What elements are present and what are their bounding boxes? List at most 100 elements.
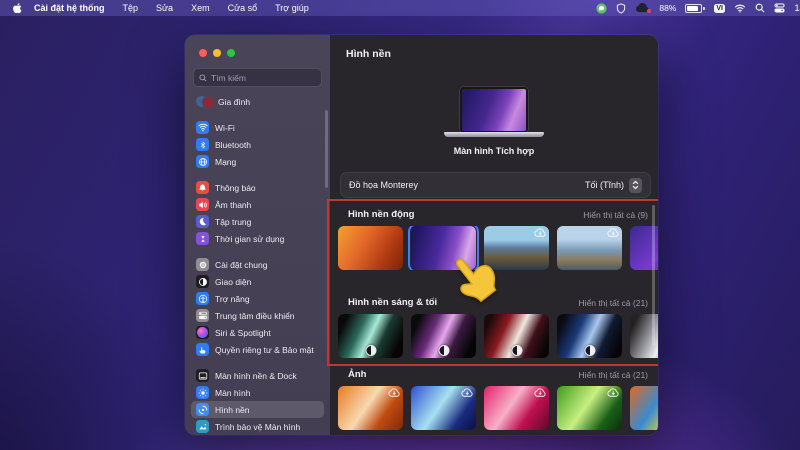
- menu-bar-clock[interactable]: 14:: [794, 3, 800, 13]
- sidebar-item-bluetooth[interactable]: Bluetooth: [191, 136, 324, 153]
- hand-icon: [196, 343, 209, 356]
- show-all-link[interactable]: Hiển thị tất cả (9): [583, 210, 648, 220]
- sidebar-item-cài-đặt-chung[interactable]: Cài đặt chung: [191, 256, 324, 273]
- bell-icon: [196, 181, 209, 194]
- graphics-dropdown[interactable]: [629, 178, 642, 193]
- sidebar-item-giao-diện[interactable]: Giao diện: [191, 273, 324, 290]
- battery-icon[interactable]: [685, 4, 705, 13]
- menu-tệp[interactable]: Tệp: [114, 3, 148, 13]
- sidebar-item-gia-đình[interactable]: Gia đình: [191, 93, 324, 110]
- display-preview: Màn hình Tích hợp: [330, 87, 658, 156]
- macbook-base: [444, 132, 544, 137]
- menu-trợ-giúp[interactable]: Trợ giúp: [266, 3, 318, 13]
- moon-icon: [196, 215, 209, 228]
- dock-icon: [196, 369, 209, 382]
- wallpaper-thumb-metallic-red[interactable]: [484, 314, 549, 358]
- sidebar-item-label: Tập trung: [215, 217, 251, 227]
- spotlight-icon[interactable]: [755, 3, 765, 13]
- sidebar-item-trung-tâm-điều-khiển[interactable]: Trung tâm điều khiển: [191, 307, 324, 324]
- close-button[interactable]: [199, 49, 207, 57]
- globe-icon: [196, 155, 209, 168]
- accessibility-icon: [196, 292, 209, 305]
- sidebar-item-trợ-năng[interactable]: Trợ năng: [191, 290, 324, 307]
- macbook-screen-preview: [460, 87, 528, 133]
- graphics-value: Tối (Tĩnh): [585, 180, 624, 190]
- sidebar-item-thời-gian-sử-dụng[interactable]: Thời gian sử dụng: [191, 230, 324, 247]
- light-dark-badge-icon: [584, 345, 595, 356]
- wallpaper-thumb-metallic-purple[interactable]: [411, 314, 476, 358]
- wallpaper-thumb-swirl-blue[interactable]: [411, 386, 476, 430]
- sidebar-item-label: Giao diện: [215, 277, 251, 287]
- wallpaper-thumb-swirl-multicolor[interactable]: [630, 386, 658, 430]
- wallpaper-thumb-big-sur-coast[interactable]: [484, 226, 549, 270]
- sidebar-item-quyền-riêng-tư-bảo-mật[interactable]: Quyền riêng tư & Bảo mật: [191, 341, 324, 358]
- show-all-link[interactable]: Hiển thị tất cả (21): [579, 370, 648, 380]
- search-input[interactable]: Tìm kiếm: [193, 68, 322, 87]
- minimize-button[interactable]: [213, 49, 221, 57]
- wallpaper-thumb-swirl-pink[interactable]: [484, 386, 549, 430]
- hourglass-icon: [196, 232, 209, 245]
- wallpaper-thumb-ventura-orange[interactable]: [338, 226, 403, 270]
- sidebar-item-label: Wi-Fi: [215, 123, 235, 133]
- wallpaper-thumb-metallic-teal[interactable]: [338, 314, 403, 358]
- sidebar-item-label: Màn hình: [215, 388, 250, 398]
- show-all-link[interactable]: Hiển thị tất cả (21): [579, 298, 648, 308]
- messages-icon[interactable]: [596, 3, 607, 14]
- light-dark-badge-icon: [365, 345, 376, 356]
- shield-icon[interactable]: [616, 3, 626, 14]
- sidebar-item-thông-báo[interactable]: Thông báo: [191, 179, 324, 196]
- sidebar-item-trình-bảo-vệ-màn-hình[interactable]: Trình bảo vệ Màn hình: [191, 418, 324, 435]
- menu-xem[interactable]: Xem: [182, 3, 219, 13]
- appearance-icon: [196, 275, 209, 288]
- sidebar-item-màn-hình-nền-dock[interactable]: Màn hình nền & Dock: [191, 367, 324, 384]
- main-scrollbar[interactable]: [652, 205, 655, 345]
- sidebar-item-màn-hình[interactable]: Màn hình: [191, 384, 324, 401]
- sidebar-item-label: Âm thanh: [215, 200, 251, 210]
- menu-cửa-sổ[interactable]: Cửa sổ: [219, 3, 267, 13]
- chevron-up-down-icon: [632, 180, 639, 190]
- sidebar-item-label: Bluetooth: [215, 140, 251, 150]
- brightness-icon: [196, 386, 209, 399]
- wifi-icon[interactable]: [734, 4, 746, 13]
- wallpaper-thumb-swirl-orange[interactable]: [338, 386, 403, 430]
- sidebar-scrollbar[interactable]: [325, 110, 328, 188]
- sidebar-item-wi-fi[interactable]: Wi-Fi: [191, 119, 324, 136]
- search-placeholder: Tìm kiếm: [211, 73, 246, 83]
- sidebar-item-tập-trung[interactable]: Tập trung: [191, 213, 324, 230]
- wallpaper-thumb-catalina-island[interactable]: [557, 226, 622, 270]
- siri-icon: [196, 326, 209, 339]
- download-cloud-icon: [534, 388, 546, 397]
- sidebar-item-label: Trợ năng: [215, 294, 250, 304]
- download-cloud-icon: [388, 388, 400, 397]
- sidebar-item-label: Trình bảo vệ Màn hình: [215, 422, 300, 432]
- wallpaper-thumb-monterey-purple[interactable]: [411, 226, 476, 270]
- control-center-icon[interactable]: [774, 3, 785, 13]
- sidebar-item-âm-thanh[interactable]: Âm thanh: [191, 196, 324, 213]
- graphics-row: Đồ họa Monterey Tối (Tĩnh): [340, 172, 651, 198]
- download-cloud-icon: [607, 388, 619, 397]
- sidebar-item-siri-spotlight[interactable]: Siri & Spotlight: [191, 324, 324, 341]
- sidebar-item-label: Gia đình: [218, 97, 250, 107]
- sidebar-item-hình-nền[interactable]: Hình nền: [191, 401, 324, 418]
- sidebar-item-label: Cài đặt chung: [215, 260, 267, 270]
- wallpaper-thumb-swirl-green[interactable]: [557, 386, 622, 430]
- input-source-badge[interactable]: VI: [714, 4, 726, 13]
- system-settings-window: Tìm kiếm Gia đình Wi-Fi Bluetooth Mạng Thông…: [185, 35, 658, 435]
- sidebar-item-label: Thời gian sử dụng: [215, 234, 284, 244]
- download-cloud-icon: [534, 228, 546, 237]
- wallpaper-thumb-metallic-blue[interactable]: [557, 314, 622, 358]
- display-name-label: Màn hình Tích hợp: [330, 146, 658, 156]
- wallpaper-section: Hình nền độngHiển thị tất cả (9): [330, 208, 658, 270]
- search-icon: [199, 74, 207, 82]
- active-app-name[interactable]: Cài đặt hệ thống: [25, 3, 114, 13]
- apple-menu-icon[interactable]: [9, 2, 25, 14]
- download-cloud-icon: [461, 388, 473, 397]
- sidebar-item-mạng[interactable]: Mạng: [191, 153, 324, 170]
- gear-icon: [196, 258, 209, 271]
- bluetooth-icon: [196, 138, 209, 151]
- screensaver-icon: [196, 420, 209, 433]
- section-title: Ảnh: [348, 369, 366, 380]
- menu-sửa[interactable]: Sửa: [147, 3, 182, 13]
- zoom-button[interactable]: [227, 49, 235, 57]
- cloud-icon[interactable]: [635, 3, 650, 13]
